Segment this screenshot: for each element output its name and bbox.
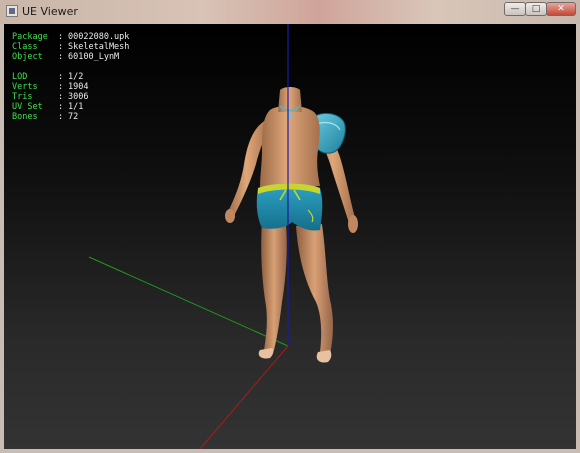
info-value: 72: [68, 112, 79, 122]
info-sep: :: [58, 102, 64, 112]
info-row-lod: LOD:1/2: [12, 72, 129, 82]
info-value: 1/2: [68, 72, 84, 82]
info-sep: :: [58, 32, 64, 42]
info-row-object: Object:60100_LynM: [12, 52, 129, 62]
x-axis-line: [199, 345, 289, 449]
info-value: 1/1: [68, 102, 84, 112]
y-axis-line: [88, 256, 289, 347]
maximize-button[interactable]: □: [525, 2, 547, 16]
info-sep: :: [58, 112, 64, 122]
info-sep: :: [58, 52, 64, 62]
info-row-package: Package:00022080.upk: [12, 32, 129, 42]
skeletal-mesh-model: [225, 87, 358, 363]
app-icon: [6, 5, 18, 17]
info-value: 1904: [68, 82, 89, 92]
info-sep: :: [58, 82, 64, 92]
mesh-info-overlay: Package:00022080.upk Class: SkeletalMesh …: [12, 32, 129, 122]
info-value: SkeletalMesh: [68, 42, 130, 52]
title-bar[interactable]: UE Viewer — □ ✕: [0, 0, 580, 24]
info-label: Bones: [12, 112, 38, 122]
info-label: Class: [12, 42, 38, 52]
minimize-button[interactable]: —: [504, 2, 526, 16]
right-leg: [296, 224, 333, 362]
info-row-bones: Bones:72: [12, 112, 129, 122]
window-frame-bottom: [0, 449, 580, 453]
info-value: 3006: [68, 92, 89, 102]
close-button[interactable]: ✕: [546, 2, 576, 16]
info-row-tris: Tris:3006: [12, 92, 129, 102]
3d-viewport[interactable]: Package:00022080.upk Class: SkeletalMesh …: [4, 24, 576, 449]
info-label: Verts: [12, 82, 38, 92]
info-value: 00022080.upk: [68, 32, 130, 42]
info-label: Tris: [12, 92, 33, 102]
info-label: Object: [12, 52, 43, 62]
info-sep: :: [58, 92, 64, 102]
info-row-verts: Verts:1904: [12, 82, 129, 92]
info-label: UV Set: [12, 102, 43, 112]
info-label: Package: [12, 32, 48, 42]
info-value: 60100_LynM: [68, 52, 120, 62]
info-sep: :: [58, 72, 64, 82]
info-row-uvset: UV Set:1/1: [12, 102, 129, 112]
info-row-class: Class: SkeletalMesh: [12, 42, 129, 52]
info-sep: :: [58, 42, 64, 52]
info-label: LOD: [12, 72, 28, 82]
window-title: UE Viewer: [22, 5, 78, 18]
window-frame-right: [576, 24, 580, 453]
app-window: UE Viewer — □ ✕ Package: 00022080.upk C…: [0, 0, 580, 453]
